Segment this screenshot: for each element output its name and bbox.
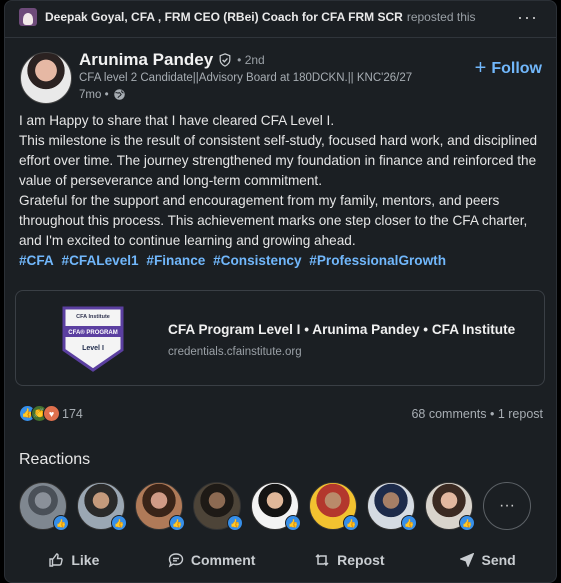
like-badge-icon: 👍 [169,515,185,531]
social-counts: 👍 👏 ♥ 174 68 comments • 1 repost [19,405,543,425]
reactor-avatar[interactable]: 👍 [135,482,185,531]
like-badge-icon: 👍 [285,515,301,531]
reactor-avatar[interactable]: 👍 [251,482,301,531]
globe-icon [113,89,125,100]
reactor-avatar[interactable]: 👍 [77,482,127,531]
like-button[interactable]: Like [5,546,143,574]
like-label: Like [71,552,100,568]
reactor-avatars: 👍 👍 👍 👍 👍 👍 👍 👍 ··· [19,482,531,531]
author-name[interactable]: Arunima Pandey [79,50,213,70]
like-badge-icon: 👍 [111,515,127,531]
send-button[interactable]: Send [418,546,556,574]
reactor-avatar[interactable]: 👍 [193,482,243,531]
comment-button[interactable]: Comment [143,546,281,574]
hashtag-link[interactable]: #Finance [146,253,205,268]
send-icon [459,553,474,567]
repost-button[interactable]: Repost [281,546,419,574]
like-badge-icon: 👍 [53,515,69,531]
badge-program-text: CFA® PROGRAM [68,329,117,336]
repost-action-text: reposted this [406,10,476,24]
reposter-name[interactable]: Deepak Goyal, CFA , FRM CEO (RBei) Coach… [45,10,403,24]
credential-url: credentials.cfainstitute.org [168,346,302,358]
feed-post-card: Deepak Goyal, CFA , FRM CEO (RBei) Coach… [4,0,557,583]
author-headline: CFA level 2 Candidate||Advisory Board at… [79,72,413,84]
hashtag-link[interactable]: #Consistency [213,253,301,268]
reactions-heading: Reactions [19,451,91,468]
post-time: 7mo • [79,88,109,101]
like-badge-icon: 👍 [227,515,243,531]
repost-header: Deepak Goyal, CFA , FRM CEO (RBei) Coach… [19,7,476,27]
like-badge-icon: 👍 [459,515,475,531]
reactor-avatar[interactable]: 👍 [367,482,417,531]
post-timestamp: 7mo • [79,88,126,101]
plus-icon: + [474,57,487,79]
hashtag-link[interactable]: #CFA [19,253,54,268]
author-avatar[interactable] [20,52,72,104]
repost-icon [315,553,329,567]
hashtag-link[interactable]: #CFALevel1 [62,253,139,268]
connection-degree: • 2nd [237,53,265,67]
reaction-count[interactable]: 174 [62,407,83,421]
reaction-icons[interactable]: 👍 👏 ♥ [19,405,60,422]
hashtag-link[interactable]: #ProfessionalGrowth [309,253,446,268]
thumbs-up-icon [49,553,64,567]
post-line: This milestone is the result of consiste… [19,133,538,188]
comments-reposts-count[interactable]: 68 comments • 1 repost [411,407,543,421]
action-bar: Like Comment Repost Send [5,546,556,574]
follow-label: Follow [491,59,542,77]
reactor-avatar[interactable]: 👍 [309,482,359,531]
like-badge-icon: 👍 [343,515,359,531]
hashtags: #CFA #CFALevel1 #Finance #Consistency #P… [19,251,539,271]
post-line: I am Happy to share that I have cleared … [19,113,335,128]
author-name-row: Arunima Pandey • 2nd [79,50,265,70]
post-line: Grateful for the support and encourageme… [19,193,528,248]
comment-icon [168,553,184,568]
more-reactors-button[interactable]: ··· [483,482,531,530]
badge-level-text: Level I [82,345,104,352]
credential-card[interactable]: CFA Institute CFA® PROGRAM Level I CFA P… [15,290,545,386]
divider [5,37,556,38]
more-options-icon[interactable]: ··· [517,7,538,28]
like-badge-icon: 👍 [401,515,417,531]
reactor-avatar[interactable]: 👍 [19,482,69,531]
post-body: I am Happy to share that I have cleared … [19,111,539,271]
follow-button[interactable]: + Follow [475,57,542,80]
love-reaction-icon: ♥ [43,405,60,422]
cfa-badge-icon: CFA Institute CFA® PROGRAM Level I [62,306,124,372]
badge-top-text: CFA Institute [76,314,110,320]
credential-title: CFA Program Level I • Arunima Pandey • C… [168,322,516,337]
comment-label: Comment [190,552,256,568]
repost-label: Repost [337,552,385,568]
send-label: Send [481,552,516,568]
reactor-avatar[interactable]: 👍 [425,482,475,531]
reposter-avatar[interactable] [19,8,37,26]
verified-icon [219,53,231,67]
